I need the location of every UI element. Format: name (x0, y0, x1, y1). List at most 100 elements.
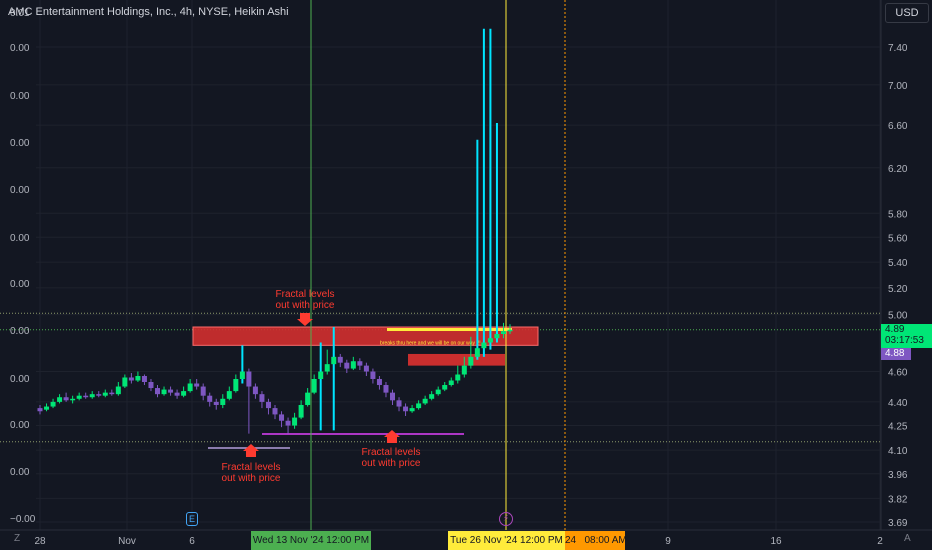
candle-body (500, 331, 506, 334)
supply-zone (408, 353, 505, 366)
candle-body (83, 395, 89, 398)
candle-body (350, 361, 356, 369)
current-price-tag: 4.89 03:17:53 (881, 324, 932, 348)
time-tick-label: 9 (665, 536, 671, 547)
timezone-icon[interactable]: Z (14, 533, 20, 544)
candle-body (324, 364, 330, 372)
chart-root: 7.40 7.00 6.60 6.20 5.80 5.60 5.40 5.20 5.00 4.60… (0, 0, 932, 550)
left-tick-label: 0.00 (10, 420, 30, 431)
candle-body (155, 388, 160, 395)
previous-close-tag: 4.88 (881, 348, 911, 360)
candle-body (194, 383, 200, 387)
left-tick-label: 0.00 (10, 279, 30, 290)
chart-canvas[interactable]: 7.40 7.00 6.60 6.20 5.80 5.60 5.40 5.20 5.00 4.60… (0, 0, 932, 550)
candle-body (220, 398, 226, 405)
candle-body (474, 348, 480, 357)
price-tick-label: 6.20 (888, 164, 908, 175)
candle-body (298, 404, 304, 418)
left-tick-label: 0.00 (10, 374, 30, 385)
candle-body (207, 395, 213, 402)
candle-body (122, 377, 128, 387)
left-tick-label: 0.00 (10, 138, 30, 149)
auto-scale-icon[interactable]: A (904, 533, 911, 544)
current-price-value: 4.89 (885, 324, 905, 335)
candle-body (507, 329, 513, 332)
candle-body (448, 380, 454, 386)
candle-body (168, 389, 174, 393)
candle-body (141, 375, 147, 382)
candle-body (50, 401, 56, 407)
candle-body (239, 371, 245, 379)
candle-body (429, 394, 435, 399)
orange-time-value: 08:00 AM (584, 535, 627, 546)
candle-body (383, 385, 389, 393)
candle-body (128, 377, 134, 381)
chart-title: AMC Entertainment Holdings, Inc., 4h, NY… (8, 6, 289, 18)
candle-body (226, 391, 232, 399)
time-tick-label: 2 (877, 536, 883, 547)
candle-body (115, 386, 121, 395)
bar-countdown: 03:17:53 (885, 335, 924, 346)
candle-body (442, 385, 448, 390)
price-tick-label: 4.60 (888, 368, 908, 379)
candle-body (279, 414, 285, 421)
time-tick-label: Nov (118, 536, 136, 547)
candle-body (305, 392, 311, 405)
candle-body (409, 408, 415, 412)
candle-body (89, 394, 95, 398)
price-tick-label: 4.25 (888, 422, 908, 433)
candle-body (396, 400, 402, 407)
left-tick-label: 0.00 (10, 326, 30, 337)
candle-body (318, 371, 324, 379)
time-tick-label: 28 (34, 536, 46, 547)
candle-body (181, 391, 187, 396)
crosshair-time-orange: 24 08:00 AM (565, 531, 627, 550)
candle-body (376, 378, 382, 386)
left-tick-label: 0.00 (10, 467, 30, 478)
annotation-fractal-bottom-left: out with price (222, 473, 281, 484)
annotation-fractal-top: out with price (276, 300, 335, 311)
currency-button[interactable]: USD (885, 3, 929, 23)
annotation-fractal-bottom-left: Fractal levels (222, 462, 281, 473)
candle-body (135, 375, 141, 381)
candle-body (96, 394, 102, 396)
lightning-icon[interactable]: ⚡ (499, 512, 513, 526)
candle-body (57, 397, 63, 402)
price-tick-label: 6.60 (888, 121, 908, 132)
price-tick-label: 3.82 (888, 494, 908, 505)
candle-body (461, 365, 467, 375)
candle-body (357, 361, 363, 366)
annotation-fractal-bottom-mid: Fractal levels (362, 447, 421, 458)
price-tick-label: 3.69 (888, 518, 908, 529)
candle-body (481, 342, 487, 349)
left-tick-label: −0.00 (10, 514, 36, 525)
candle-body (148, 381, 154, 389)
price-tick-label: 4.10 (888, 446, 908, 457)
price-tick-label: 5.40 (888, 258, 908, 269)
candle-body (487, 338, 493, 343)
candle-body (70, 398, 76, 401)
candle-body (292, 417, 298, 426)
candle-body (344, 362, 350, 369)
annotation-fractal-top: Fractal levels (276, 289, 335, 300)
candle-body (331, 356, 337, 365)
left-tick-label: 0.00 (10, 91, 30, 102)
left-tick-label: 0.00 (10, 185, 30, 196)
time-tick-label: 6 (189, 536, 195, 547)
left-tick-label: 0.00 (10, 233, 30, 244)
candle-body (174, 392, 180, 396)
candle-body (285, 420, 291, 426)
crosshair-time-yellow: Tue 26 Nov '24 12:00 PM (448, 531, 565, 550)
candle-body (337, 356, 343, 363)
earnings-icon[interactable]: E (186, 512, 198, 526)
candle-body (102, 392, 108, 396)
orange-time-prefix: 24 (565, 535, 577, 546)
chart-background (0, 0, 932, 550)
candle-body (363, 365, 369, 372)
price-tick-label: 5.20 (888, 284, 908, 295)
candle-body (272, 408, 278, 415)
candle-body (416, 403, 422, 409)
annotation-fractal-bottom-mid: out with price (362, 458, 421, 469)
zone-highlight (387, 328, 512, 332)
candle-body (259, 394, 265, 402)
